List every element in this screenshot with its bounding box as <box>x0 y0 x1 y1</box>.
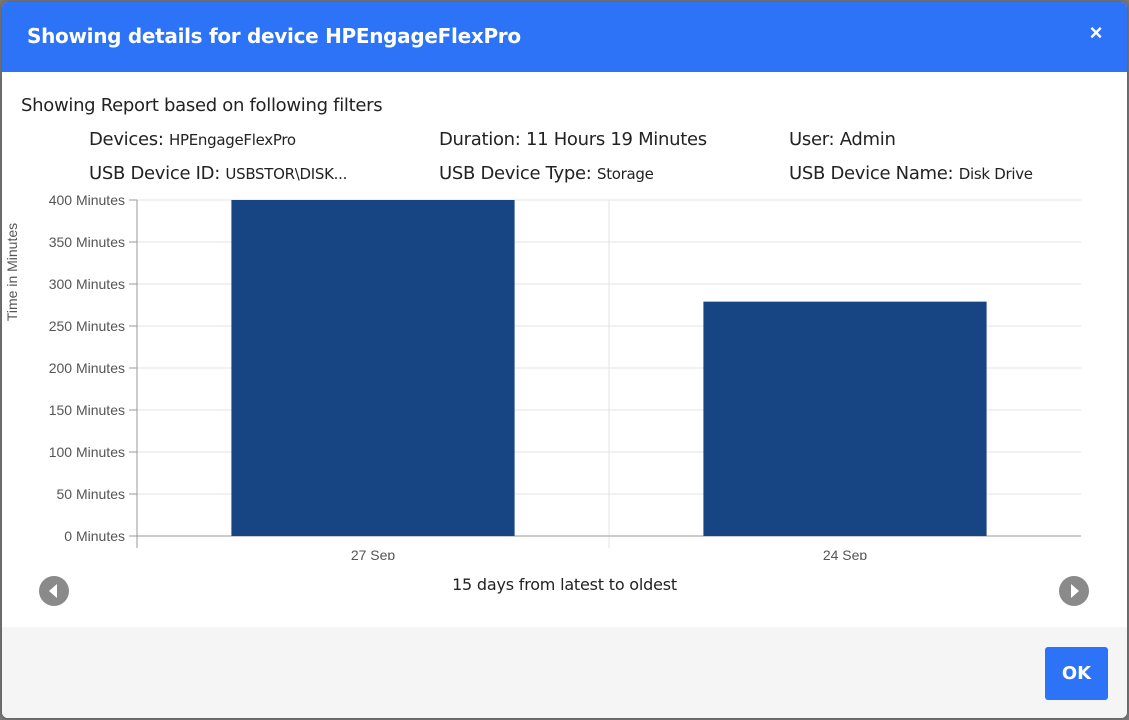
bar-24-sep <box>703 301 987 536</box>
filter-devices-label: Devices: <box>89 129 164 150</box>
y-tick-label: 150 Minutes <box>49 402 125 418</box>
filter-user: User: Admin <box>789 129 896 150</box>
y-tick-label: 350 Minutes <box>49 234 125 250</box>
chart-caption: 15 days from latest to oldest <box>452 575 677 594</box>
y-tick-label: 250 Minutes <box>49 318 125 334</box>
dialog-footer: OK <box>2 627 1127 718</box>
filter-usb-name-label: USB Device Name: <box>789 163 954 184</box>
filter-duration-label: Duration: <box>439 129 521 150</box>
y-tick-label: 200 Minutes <box>49 360 125 376</box>
y-tick-label: 100 Minutes <box>49 444 125 460</box>
dialog-title: Showing details for device HPEngageFlexP… <box>27 24 521 48</box>
device-details-dialog: Showing details for device HPEngageFlexP… <box>2 2 1127 718</box>
dialog-header: Showing details for device HPEngageFlexP… <box>2 2 1127 72</box>
filter-devices-value: HPEngageFlexPro <box>169 131 296 149</box>
dialog-body: Showing Report based on following filter… <box>2 72 1127 627</box>
ok-button[interactable]: OK <box>1045 647 1108 700</box>
filter-usb-id: USB Device ID: USBSTOR\DISK... <box>89 163 347 184</box>
bar-27-sep <box>231 200 515 536</box>
filter-usb-type: USB Device Type: Storage <box>439 163 654 184</box>
filter-user-label: User: <box>789 129 835 150</box>
y-tick-label: 400 Minutes <box>49 192 125 208</box>
usage-bar-chart: 0 Minutes 50 Minutes 100 Minutes 150 Minute… <box>49 192 1081 560</box>
x-tick-label: 27 Sep <box>351 547 396 560</box>
filter-usb-id-label: USB Device ID: <box>89 163 220 184</box>
filter-usb-name-value: Disk Drive <box>958 165 1033 183</box>
y-tick-label: 0 Minutes <box>64 528 125 544</box>
close-icon[interactable]: × <box>1083 20 1109 46</box>
x-tick-label: 24 Sep <box>823 547 868 560</box>
filter-usb-type-label: USB Device Type: <box>439 163 592 184</box>
filter-usb-name: USB Device Name: Disk Drive <box>789 163 1033 184</box>
filter-duration: Duration: 11 Hours 19 Minutes <box>439 129 707 150</box>
filters-heading: Showing Report based on following filter… <box>21 95 383 116</box>
filter-usb-type-value: Storage <box>596 165 654 183</box>
filter-devices: Devices: HPEngageFlexPro <box>89 129 296 150</box>
chevron-right-icon[interactable] <box>1059 576 1089 606</box>
chart-y-axis-label: Time in Minutes <box>4 222 20 322</box>
filter-usb-id-value: USBSTOR\DISK... <box>225 165 348 183</box>
filter-duration-value: 11 Hours 19 Minutes <box>525 129 707 150</box>
filter-user-value: Admin <box>839 129 896 150</box>
y-tick-label: 50 Minutes <box>57 486 125 502</box>
y-tick-label: 300 Minutes <box>49 276 125 292</box>
